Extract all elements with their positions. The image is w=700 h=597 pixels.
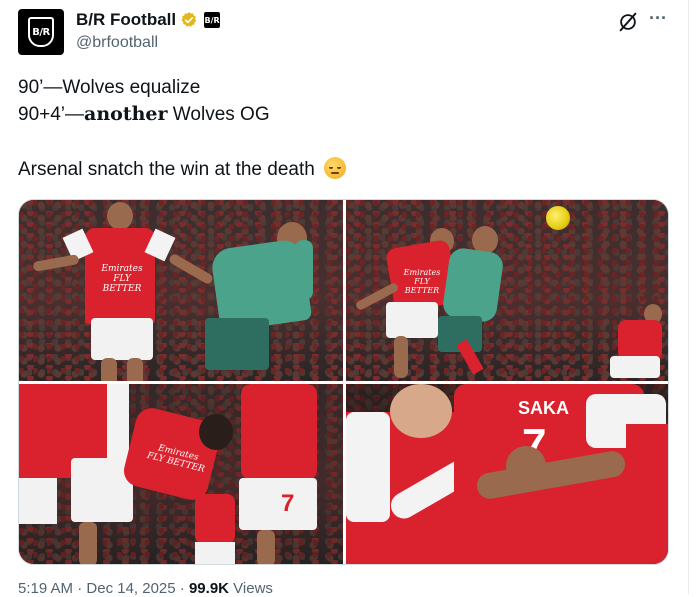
- photo-4[interactable]: SAKA 7: [346, 384, 668, 564]
- relieved-face-emoji: [324, 157, 347, 179]
- sponsor-text: Emirates FLY BETTER: [403, 268, 441, 295]
- affiliate-badge[interactable]: B/R: [204, 12, 221, 28]
- shirt-name: SAKA: [518, 398, 570, 418]
- tweet-meta: 5:19 AM · Dec 14, 2025 · 99.9K Views: [18, 580, 273, 597]
- more-options-icon[interactable]: ···: [649, 8, 667, 29]
- views-label: Views: [233, 580, 273, 597]
- tweet-line-2: 90+4’—another Wolves OG: [18, 103, 270, 125]
- tweet-text: 90’—Wolves equalize 90+4’—another Wolves…: [18, 74, 347, 183]
- tweet-line-3: Arsenal snatch the win at the death: [18, 156, 347, 183]
- grok-icon[interactable]: [617, 11, 639, 33]
- photo-3[interactable]: Emirates FLY BETTER 7: [19, 384, 343, 564]
- avatar[interactable]: B/R: [18, 9, 64, 55]
- tweet-date[interactable]: Dec 14, 2025: [86, 580, 175, 597]
- sponsor-text: Emirates FLY BETTER: [101, 264, 143, 294]
- view-count: 99.9K: [188, 580, 229, 597]
- display-name[interactable]: B/R Football: [76, 10, 176, 30]
- br-shield-logo: B/R: [28, 17, 54, 47]
- shorts-number: 7: [281, 490, 295, 517]
- football: [546, 206, 570, 230]
- tweet-time[interactable]: 5:19 AM: [18, 580, 73, 597]
- handle[interactable]: @brfootball: [76, 34, 158, 52]
- timeline-divider: [688, 0, 689, 594]
- photo-1[interactable]: Emirates FLY BETTER: [19, 200, 343, 381]
- author-name-row: B/R Football B/R: [76, 10, 221, 30]
- tweet-line-1: 90’—Wolves equalize: [18, 77, 201, 98]
- media-grid: Emirates FLY BETTER Emirates FLY BETTER: [18, 199, 669, 565]
- verified-badge-icon: [181, 12, 197, 27]
- photo-2[interactable]: Emirates FLY BETTER: [346, 200, 668, 381]
